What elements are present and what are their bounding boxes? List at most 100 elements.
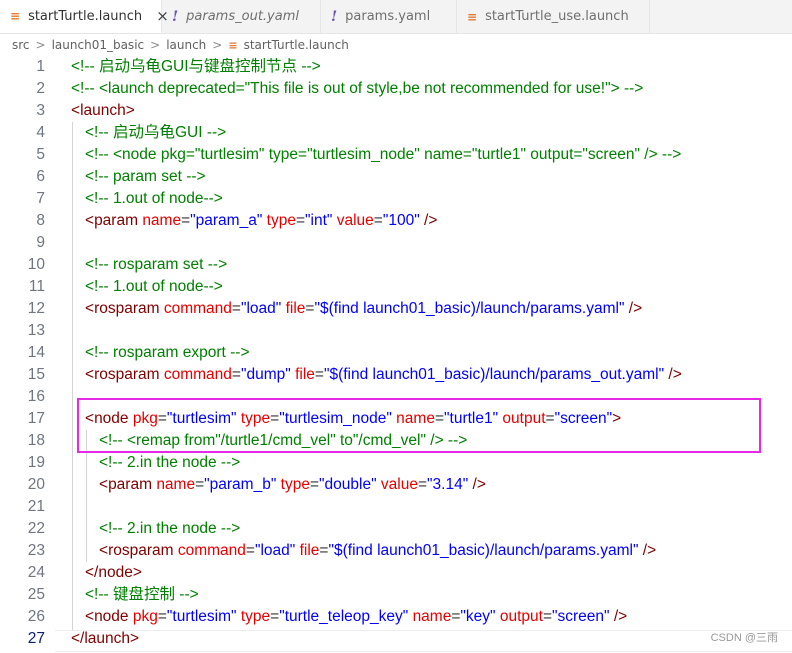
line-number: 9 — [36, 234, 45, 251]
code-line[interactable]: 26 <node pkg="turtlesim" type="turtle_tel… — [0, 606, 792, 628]
code-line[interactable]: 8 <param name="param_a" type="int" value=… — [0, 210, 792, 232]
chevron-right-icon: > — [212, 38, 223, 52]
code-line[interactable]: 23 <rosparam command="load" file="$(find … — [0, 540, 792, 562]
code-line[interactable]: 18 <!-- <remap from"/turtle1/cmd_vel" to"… — [0, 430, 792, 452]
tab-startturtle-launch[interactable]: ≡ startTurtle.launch × — [0, 0, 169, 33]
code-line[interactable]: 1 <!-- 启动乌龟GUI与键盘控制节点 --> — [0, 56, 792, 78]
code-line[interactable]: 7 <!-- 1.out of node--> — [0, 188, 792, 210]
code-editor[interactable]: 1 <!-- 启动乌龟GUI与键盘控制节点 --> 2 <!-- <launch de… — [0, 56, 792, 653]
code-line[interactable]: 12 <rosparam command="load" file="$(find … — [0, 298, 792, 320]
code-line[interactable]: 10 <!-- rosparam set --> — [0, 254, 792, 276]
tab-params-yaml[interactable]: ! params.yaml — [321, 0, 457, 33]
code-text: <!-- 2.in the node --> — [99, 454, 241, 471]
code-line[interactable]: 6 <!-- param set --> — [0, 166, 792, 188]
code-text: <!-- 1.out of node--> — [85, 190, 223, 207]
line-number: 3 — [36, 102, 45, 119]
code-text: <param name="param_a" type="int" value="… — [85, 212, 438, 229]
rss-icon: ≡ — [467, 9, 478, 24]
code-line[interactable]: 24 </node> — [0, 562, 792, 584]
code-text: </launch> — [71, 630, 140, 647]
line-number: 6 — [36, 168, 45, 185]
code-line[interactable]: 3 <launch> — [0, 100, 792, 122]
code-text: <!-- rosparam export --> — [85, 344, 250, 361]
code-line[interactable]: 4 <!-- 启动乌龟GUI --> — [0, 122, 792, 144]
chevron-right-icon: > — [150, 38, 161, 52]
rss-icon: ≡ — [10, 9, 21, 23]
code-text: <!-- 启动乌龟GUI --> — [85, 124, 227, 141]
line-number: 25 — [27, 586, 45, 603]
line-number: 20 — [27, 476, 45, 493]
code-text: <param name="param_b" type="double" valu… — [99, 476, 486, 493]
line-number: 1 — [36, 58, 45, 75]
code-text: <!-- <launch deprecated="This file is ou… — [71, 80, 644, 97]
line-number: 4 — [36, 124, 45, 141]
code-text: <launch> — [71, 102, 135, 119]
line-number: 18 — [27, 432, 45, 449]
code-text: <node pkg="turtlesim" type="turtlesim_no… — [85, 410, 622, 427]
breadcrumb-item[interactable]: startTurtle.launch — [244, 38, 349, 52]
code-line[interactable]: 5 <!-- <node pkg="turtlesim" type="turtle… — [0, 144, 792, 166]
line-number: 13 — [27, 322, 45, 339]
chevron-right-icon: > — [35, 38, 46, 52]
rss-icon: ≡ — [228, 38, 238, 52]
code-text: <!-- <remap from"/turtle1/cmd_vel" to"/c… — [99, 432, 468, 449]
line-number: 23 — [27, 542, 45, 559]
tab-bar: ≡ startTurtle.launch ×! params_out.yaml! par… — [0, 0, 792, 34]
line-number: 19 — [27, 454, 45, 471]
code-line[interactable]: 11 <!-- 1.out of node--> — [0, 276, 792, 298]
code-text: <!-- 启动乌龟GUI与键盘控制节点 --> — [71, 58, 321, 75]
line-number: 22 — [27, 520, 45, 537]
tab-startturtle-use-launch[interactable]: ≡ startTurtle_use.launch — [457, 0, 650, 33]
warning-bang-icon: ! — [172, 8, 179, 25]
tab-label: startTurtle_use.launch — [485, 9, 629, 24]
code-line[interactable]: 25 <!-- 键盘控制 --> — [0, 584, 792, 606]
line-number: 8 — [36, 212, 45, 229]
code-line[interactable]: 27 </launch> — [0, 628, 792, 650]
code-text: <!-- 键盘控制 --> — [85, 586, 199, 603]
code-line[interactable]: 17 <node pkg="turtlesim" type="turtlesim_… — [0, 408, 792, 430]
line-number: 7 — [36, 190, 45, 207]
line-number: 5 — [36, 146, 45, 163]
breadcrumb-item[interactable]: src — [12, 38, 30, 52]
line-number: 11 — [28, 278, 45, 295]
code-line[interactable]: 9 — [0, 232, 792, 254]
watermark: CSDN @三雨 — [710, 632, 778, 644]
code-line[interactable]: 2 <!-- <launch deprecated="This file is o… — [0, 78, 792, 100]
tab-label: params.yaml — [345, 9, 431, 24]
line-number: 26 — [27, 608, 45, 625]
tab-params-out-yaml[interactable]: ! params_out.yaml — [162, 0, 321, 33]
code-line[interactable]: 22 <!-- 2.in the node --> — [0, 518, 792, 540]
line-number: 16 — [27, 388, 45, 405]
line-number: 10 — [27, 256, 45, 273]
line-number: 27 — [27, 630, 45, 647]
code-line[interactable]: 13 — [0, 320, 792, 342]
code-text: <!-- <node pkg="turtlesim" type="turtles… — [85, 146, 682, 163]
tab-label: params_out.yaml — [186, 9, 299, 24]
code-text: <!-- rosparam set --> — [85, 256, 228, 273]
code-line[interactable]: 19 <!-- 2.in the node --> — [0, 452, 792, 474]
line-number: 2 — [36, 80, 45, 97]
code-line[interactable]: 16 — [0, 386, 792, 408]
code-line[interactable]: 21 — [0, 496, 792, 518]
line-number: 15 — [27, 366, 45, 383]
code-text: <!-- param set --> — [85, 168, 206, 185]
breadcrumb: src > launch01_basic > launch > ≡ startTurtle.l… — [0, 34, 792, 56]
code-text: <node pkg="turtlesim" type="turtle_teleo… — [85, 608, 628, 625]
warning-bang-icon: ! — [331, 8, 338, 25]
code-line[interactable]: 14 <!-- rosparam export --> — [0, 342, 792, 364]
line-number: 17 — [27, 410, 45, 427]
code-text: <rosparam command="load" file="$(find la… — [99, 542, 657, 559]
line-number: 21 — [27, 498, 45, 515]
breadcrumb-item[interactable]: launch — [166, 38, 206, 52]
code-text: <rosparam command="load" file="$(find la… — [85, 300, 643, 317]
code-text: <rosparam command="dump" file="$(find la… — [85, 366, 682, 383]
code-text: <!-- 2.in the node --> — [99, 520, 241, 537]
code-line[interactable]: 20 <param name="param_b" type="double" va… — [0, 474, 792, 496]
code-text: </node> — [85, 564, 142, 581]
line-number: 12 — [27, 300, 45, 317]
line-number: 14 — [27, 344, 45, 361]
tab-label: startTurtle.launch — [28, 8, 143, 24]
code-line[interactable]: 15 <rosparam command="dump" file="$(find … — [0, 364, 792, 386]
line-number: 24 — [27, 564, 45, 581]
breadcrumb-item[interactable]: launch01_basic — [52, 38, 145, 52]
